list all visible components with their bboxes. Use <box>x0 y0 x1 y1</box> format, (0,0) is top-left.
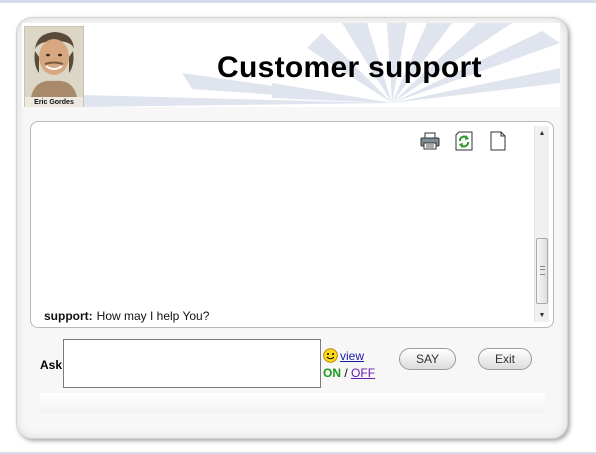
smiley-control: view <box>323 348 364 363</box>
support-window: Eric Gordes Customer support support: Ho… <box>16 17 568 439</box>
say-button[interactable]: SAY <box>399 348 456 370</box>
exit-button[interactable]: Exit <box>478 348 532 370</box>
smiley-toggle: ON / OFF <box>323 366 375 380</box>
smiley-icon[interactable] <box>323 348 338 363</box>
refresh-icon[interactable] <box>453 130 475 152</box>
message-speaker: support: <box>44 309 93 323</box>
agent-photo <box>25 27 83 97</box>
chat-scrollbar[interactable]: ▲ ▼ <box>534 126 549 322</box>
chat-transcript: support: How may I help You? ▲ ▼ <box>30 121 554 328</box>
smiley-on-label[interactable]: ON <box>323 366 341 380</box>
page-title: Customer support <box>217 51 482 84</box>
agent-name: Eric Gordes <box>34 99 74 106</box>
smiley-off-link[interactable]: OFF <box>351 366 375 380</box>
smiley-view-link[interactable]: view <box>340 349 364 363</box>
chat-message: support: How may I help You? <box>44 309 209 323</box>
scroll-up-arrow-icon[interactable]: ▲ <box>535 126 549 140</box>
toggle-separator: / <box>344 366 348 380</box>
chat-toolbar <box>419 130 509 152</box>
ask-input[interactable] <box>63 339 321 388</box>
ask-label: Ask <box>40 358 63 372</box>
agent-avatar: Eric Gordes <box>24 26 84 107</box>
message-text: How may I help You? <box>96 309 210 323</box>
header-banner: Eric Gordes Customer support <box>22 23 560 107</box>
top-border-line <box>0 0 596 3</box>
scroll-down-arrow-icon[interactable]: ▼ <box>535 308 549 322</box>
new-document-icon[interactable] <box>487 130 509 152</box>
printer-icon[interactable] <box>419 130 441 152</box>
scroll-grip-icon <box>540 266 545 275</box>
scrollbar-thumb[interactable] <box>536 238 548 304</box>
footer-band <box>40 393 545 413</box>
